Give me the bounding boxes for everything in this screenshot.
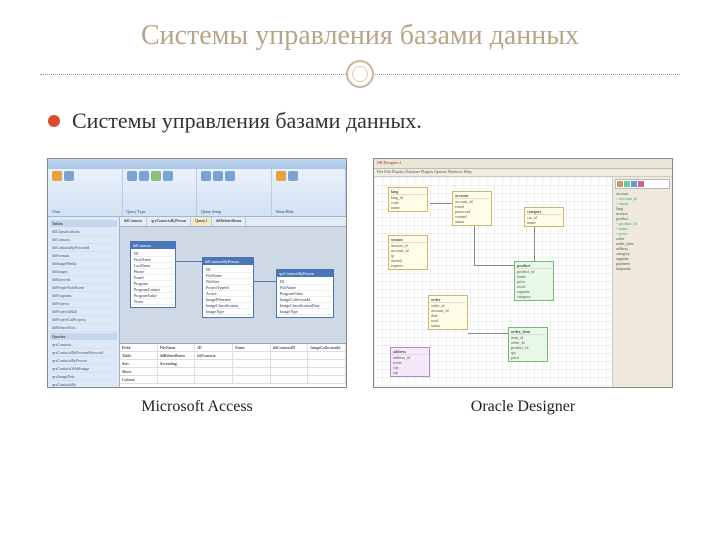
bullet-text: Системы управления базами данных. bbox=[72, 108, 422, 134]
oracle-canvas: accountaccount_idemailpasswordcreatedsta… bbox=[374, 177, 612, 387]
access-query-canvas: tblContactsqryContactsByPersonQuery1tblR… bbox=[120, 217, 346, 387]
divider-circle-icon bbox=[346, 60, 374, 88]
oracle-palette bbox=[615, 179, 670, 189]
screenshot-access: View Query Type Query Setup Show/Hide Ta… bbox=[47, 158, 347, 388]
caption-oracle: Oracle Designer bbox=[471, 398, 575, 416]
oracle-model-tree: account+ account_id+ emaillangsessionpro… bbox=[615, 191, 670, 271]
slide-title: Системы управления базами данных bbox=[40, 20, 680, 52]
access-qbe-grid: Field:FileNameIDNametblContactsIDImageCo… bbox=[120, 343, 346, 387]
screenshot-oracle: DB Designer 4 File Edit Display Database… bbox=[373, 158, 673, 388]
access-nav-pane: Tables tblClassificationstblContactstblC… bbox=[48, 217, 120, 387]
title-divider bbox=[40, 60, 680, 90]
bullet-dot-icon bbox=[48, 115, 60, 127]
bullet-item: Системы управления базами данных. bbox=[48, 108, 680, 134]
access-ribbon: View Query Type Query Setup Show/Hide bbox=[48, 169, 346, 217]
oracle-side-panel: account+ account_id+ emaillangsessionpro… bbox=[612, 177, 672, 387]
caption-access: Microsoft Access bbox=[141, 398, 253, 416]
